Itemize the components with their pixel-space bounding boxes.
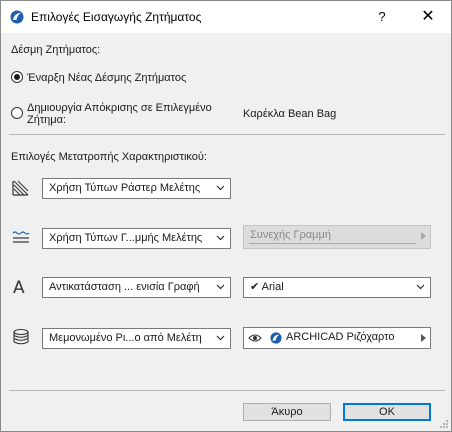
- archicad-logo-icon: [10, 10, 24, 24]
- footer-divider: [9, 390, 445, 391]
- bundle-heading: Δέσμη Ζητήματος:: [11, 44, 101, 56]
- reply-to-issue-label-line2[interactable]: Ζήτημα:: [27, 114, 66, 126]
- chevron-down-icon: [216, 335, 225, 341]
- checkmark-icon: ✔: [250, 281, 260, 293]
- title-bar: Επιλογές Εισαγωγής Ζητήματος ? ✕: [1, 1, 451, 33]
- layer-conversion-select[interactable]: Μεμονωμένο Ρι...ο από Μελέτη: [42, 328, 231, 349]
- line-type-conversion-value: Χρήση Τύπων Γ...μμής Μελέτης: [49, 232, 203, 244]
- font-icon: A: [13, 278, 25, 298]
- chevron-down-icon: [216, 185, 225, 191]
- ok-button[interactable]: OK: [343, 403, 431, 421]
- font-conversion-value: Αντικατάσταση ... ενισία Γραφή: [49, 281, 200, 293]
- new-bundle-radio[interactable]: [11, 71, 23, 83]
- window-title: Επιλογές Εισαγωγής Ζητήματος: [31, 10, 202, 24]
- eye-icon: [248, 334, 262, 342]
- fill-conversion-value: Χρήση Τύπων Ράστερ Μελέτης: [49, 182, 201, 194]
- reply-to-issue-label-line1[interactable]: Δημιουργία Απόκρισης σε Επιλεγμένο: [27, 102, 212, 114]
- font-select[interactable]: ✔ Arial: [243, 277, 431, 298]
- chevron-down-icon: [416, 284, 425, 290]
- chevron-down-icon: [216, 284, 225, 290]
- new-bundle-label[interactable]: Έναρξη Νέας Δέσμης Ζητήματος: [27, 72, 186, 84]
- line-type-conversion-select[interactable]: Χρήση Τύπων Γ...μμής Μελέτης: [42, 228, 231, 249]
- conversion-heading: Επιλογές Μετατροπής Χαρακτηριστικού:: [11, 151, 207, 163]
- line-type-icon: [12, 231, 30, 243]
- line-type-picker: Συνεχής Γραμμή: [243, 225, 431, 249]
- section-divider: [9, 134, 445, 135]
- font-select-value: Arial: [261, 281, 284, 293]
- reply-to-issue-radio[interactable]: [11, 107, 23, 119]
- import-issue-options-dialog: Επιλογές Εισαγωγής Ζητήματος ? ✕ Δέσμη Ζ…: [0, 0, 452, 432]
- layer-picker[interactable]: ARCHICAD Ριζόχαρτο: [243, 327, 431, 349]
- layer-picker-value: ARCHICAD Ριζόχαρτο: [286, 331, 395, 343]
- chevron-right-icon: [421, 232, 426, 240]
- selected-issue-name: Καρέκλα Bean Bag: [243, 108, 337, 120]
- line-preview: [249, 243, 416, 244]
- help-button[interactable]: ?: [367, 5, 397, 29]
- fill-pattern-icon: [12, 180, 29, 196]
- font-conversion-select[interactable]: Αντικατάσταση ... ενισία Γραφή: [42, 277, 231, 298]
- chevron-right-icon: [421, 334, 426, 342]
- resize-grip-icon[interactable]: [439, 419, 449, 429]
- close-button[interactable]: ✕: [413, 5, 443, 29]
- archicad-logo-icon: [270, 332, 282, 344]
- line-type-picker-value: Συνεχής Γραμμή: [250, 229, 331, 241]
- chevron-down-icon: [216, 235, 225, 241]
- layer-conversion-value: Μεμονωμένο Ρι...ο από Μελέτη: [49, 332, 202, 344]
- fill-conversion-select[interactable]: Χρήση Τύπων Ράστερ Μελέτης: [42, 178, 231, 199]
- layers-icon: [13, 328, 29, 345]
- cancel-button[interactable]: Άκυρο: [243, 403, 331, 421]
